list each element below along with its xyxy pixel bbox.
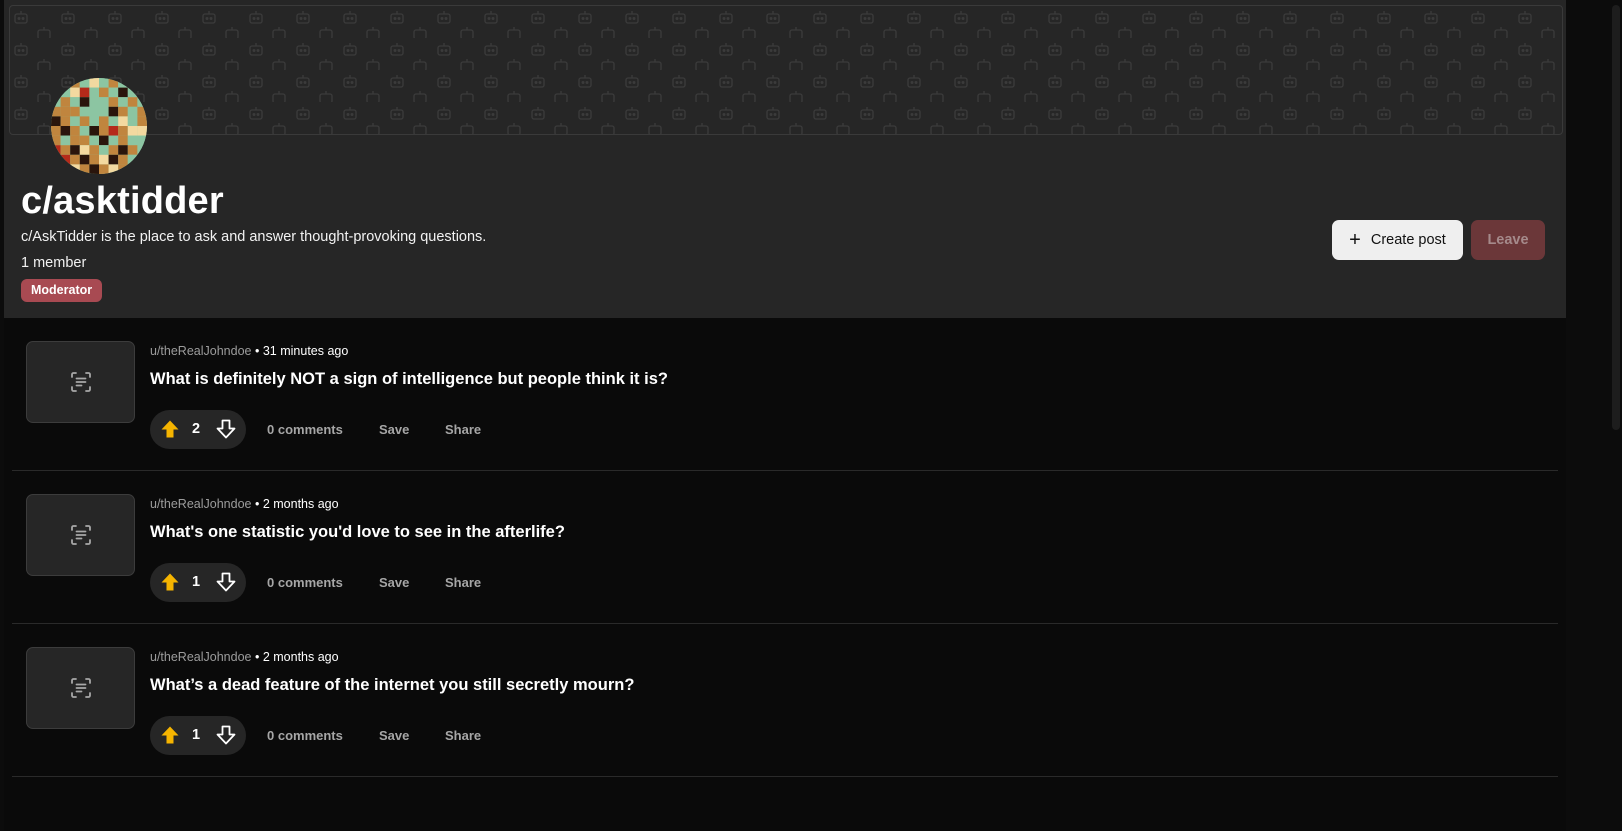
post-thumbnail[interactable]	[26, 341, 135, 423]
comments-button[interactable]: 0 comments	[267, 575, 343, 590]
vote-control: 1	[150, 563, 246, 602]
post-title[interactable]: What is definitely NOT a sign of intelli…	[150, 370, 668, 389]
plus-icon: +	[1349, 229, 1361, 251]
post-meta: u/theRealJohndoe • 31 minutes ago	[150, 344, 348, 358]
save-button[interactable]: Save	[379, 575, 409, 590]
post-card[interactable]: u/theRealJohndoe • 2 months ago What's o…	[12, 471, 1558, 624]
share-button[interactable]: Share	[445, 728, 481, 743]
share-button[interactable]: Share	[445, 575, 481, 590]
post-time: 2 months ago	[262, 497, 339, 511]
vote-control: 1	[150, 716, 246, 755]
post-author[interactable]: u/theRealJohndoe	[150, 650, 251, 664]
comments-button[interactable]: 0 comments	[267, 422, 343, 437]
create-post-button[interactable]: + Create post	[1332, 220, 1463, 260]
downvote-arrow-icon[interactable]	[216, 725, 236, 745]
vote-score: 1	[191, 727, 201, 743]
post-card[interactable]: u/theRealJohndoe • 31 minutes ago What i…	[12, 318, 1558, 471]
downvote-arrow-icon[interactable]	[216, 419, 236, 439]
text-post-icon	[70, 525, 91, 545]
comments-button[interactable]: 0 comments	[267, 728, 343, 743]
post-author[interactable]: u/theRealJohndoe	[150, 344, 251, 358]
post-time: 31 minutes ago	[262, 344, 349, 358]
upvote-arrow-icon[interactable]	[160, 572, 180, 592]
pixel-avatar-image	[51, 78, 147, 174]
community-banner	[9, 5, 1563, 135]
post-meta: u/theRealJohndoe • 2 months ago	[150, 497, 339, 511]
text-post-icon	[70, 678, 91, 698]
community-description: c/AskTidder is the place to ask and answ…	[21, 229, 487, 245]
upvote-arrow-icon[interactable]	[160, 725, 180, 745]
vote-score: 2	[191, 421, 201, 437]
post-card[interactable]: u/theRealJohndoe • 2 months ago What’s a…	[12, 624, 1558, 777]
upvote-arrow-icon[interactable]	[160, 419, 180, 439]
post-thumbnail[interactable]	[26, 647, 135, 729]
vote-control: 2	[150, 410, 246, 449]
vote-score: 1	[191, 574, 201, 590]
community-avatar	[51, 78, 147, 174]
save-button[interactable]: Save	[379, 728, 409, 743]
post-title[interactable]: What's one statistic you'd love to see i…	[150, 523, 565, 542]
community-title: c/asktidder	[21, 180, 224, 222]
save-button[interactable]: Save	[379, 422, 409, 437]
text-post-icon	[70, 372, 91, 392]
post-feed: u/theRealJohndoe • 31 minutes ago What i…	[4, 318, 1566, 777]
scrollbar-thumb[interactable]	[1612, 5, 1620, 430]
meta-separator: •	[254, 497, 260, 511]
meta-separator: •	[254, 344, 260, 358]
post-meta: u/theRealJohndoe • 2 months ago	[150, 650, 339, 664]
create-post-label: Create post	[1370, 232, 1446, 248]
moderator-badge: Moderator	[21, 279, 103, 302]
leave-button[interactable]: Leave	[1471, 220, 1545, 260]
post-time: 2 months ago	[262, 650, 339, 664]
downvote-arrow-icon[interactable]	[216, 572, 236, 592]
post-author[interactable]: u/theRealJohndoe	[150, 497, 251, 511]
post-thumbnail[interactable]	[26, 494, 135, 576]
share-button[interactable]: Share	[445, 422, 481, 437]
community-page: c/asktidder c/AskTidder is the place to …	[4, 0, 1566, 831]
banner-pattern	[10, 6, 1562, 134]
community-header: c/asktidder c/AskTidder is the place to …	[4, 0, 1566, 318]
meta-separator: •	[254, 650, 260, 664]
member-count: 1 member	[21, 255, 87, 271]
post-title[interactable]: What’s a dead feature of the internet yo…	[150, 676, 634, 695]
